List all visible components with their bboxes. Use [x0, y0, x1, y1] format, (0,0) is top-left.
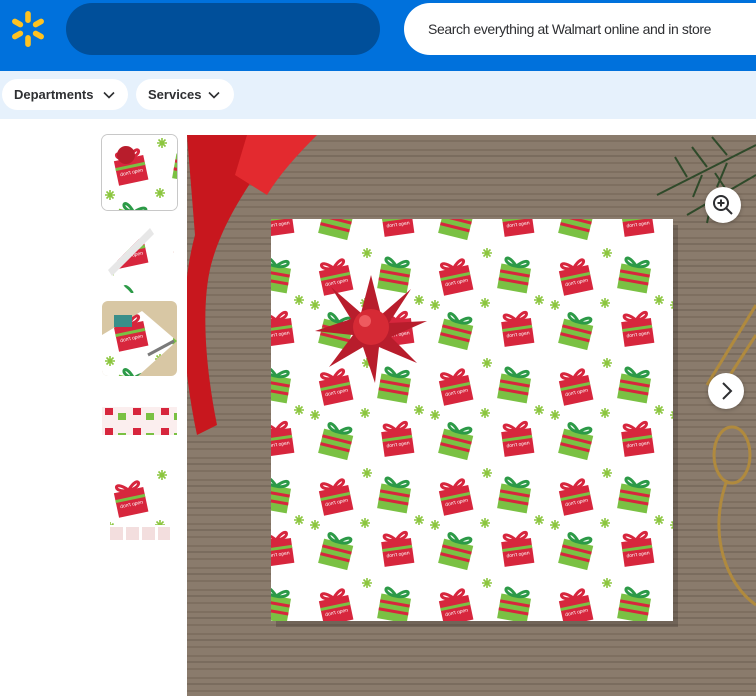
chevron-down-icon	[208, 91, 220, 99]
search-placeholder: Search everything at Walmart online and …	[428, 21, 711, 37]
gift-wrap-in-use-thumbnail[interactable]	[102, 301, 177, 376]
subnav-bar: Departments Services	[0, 71, 756, 119]
header-bar: Search everything at Walmart online and …	[0, 0, 756, 71]
gift-wrap-strip-thumbnail[interactable]	[102, 384, 177, 459]
zoom-in-icon	[713, 195, 733, 215]
search-input[interactable]: Search everything at Walmart online and …	[404, 3, 756, 55]
services-label: Services	[148, 87, 202, 102]
next-image-button[interactable]	[708, 373, 744, 409]
zoom-in-button[interactable]	[705, 187, 741, 223]
store-selector-button[interactable]	[66, 3, 380, 55]
chevron-down-icon	[103, 91, 115, 99]
gift-wrap-details-thumbnail[interactable]	[102, 467, 177, 542]
gift-wrap-roll-thumbnail[interactable]	[102, 218, 177, 293]
departments-label: Departments	[14, 87, 94, 102]
gift-wrap-pattern-thumbnail[interactable]	[102, 135, 177, 210]
chevron-right-icon	[722, 382, 733, 400]
walmart-spark-icon[interactable]	[10, 10, 46, 48]
services-button[interactable]: Services	[136, 79, 234, 110]
departments-button[interactable]: Departments	[2, 79, 128, 110]
product-image	[187, 135, 756, 696]
